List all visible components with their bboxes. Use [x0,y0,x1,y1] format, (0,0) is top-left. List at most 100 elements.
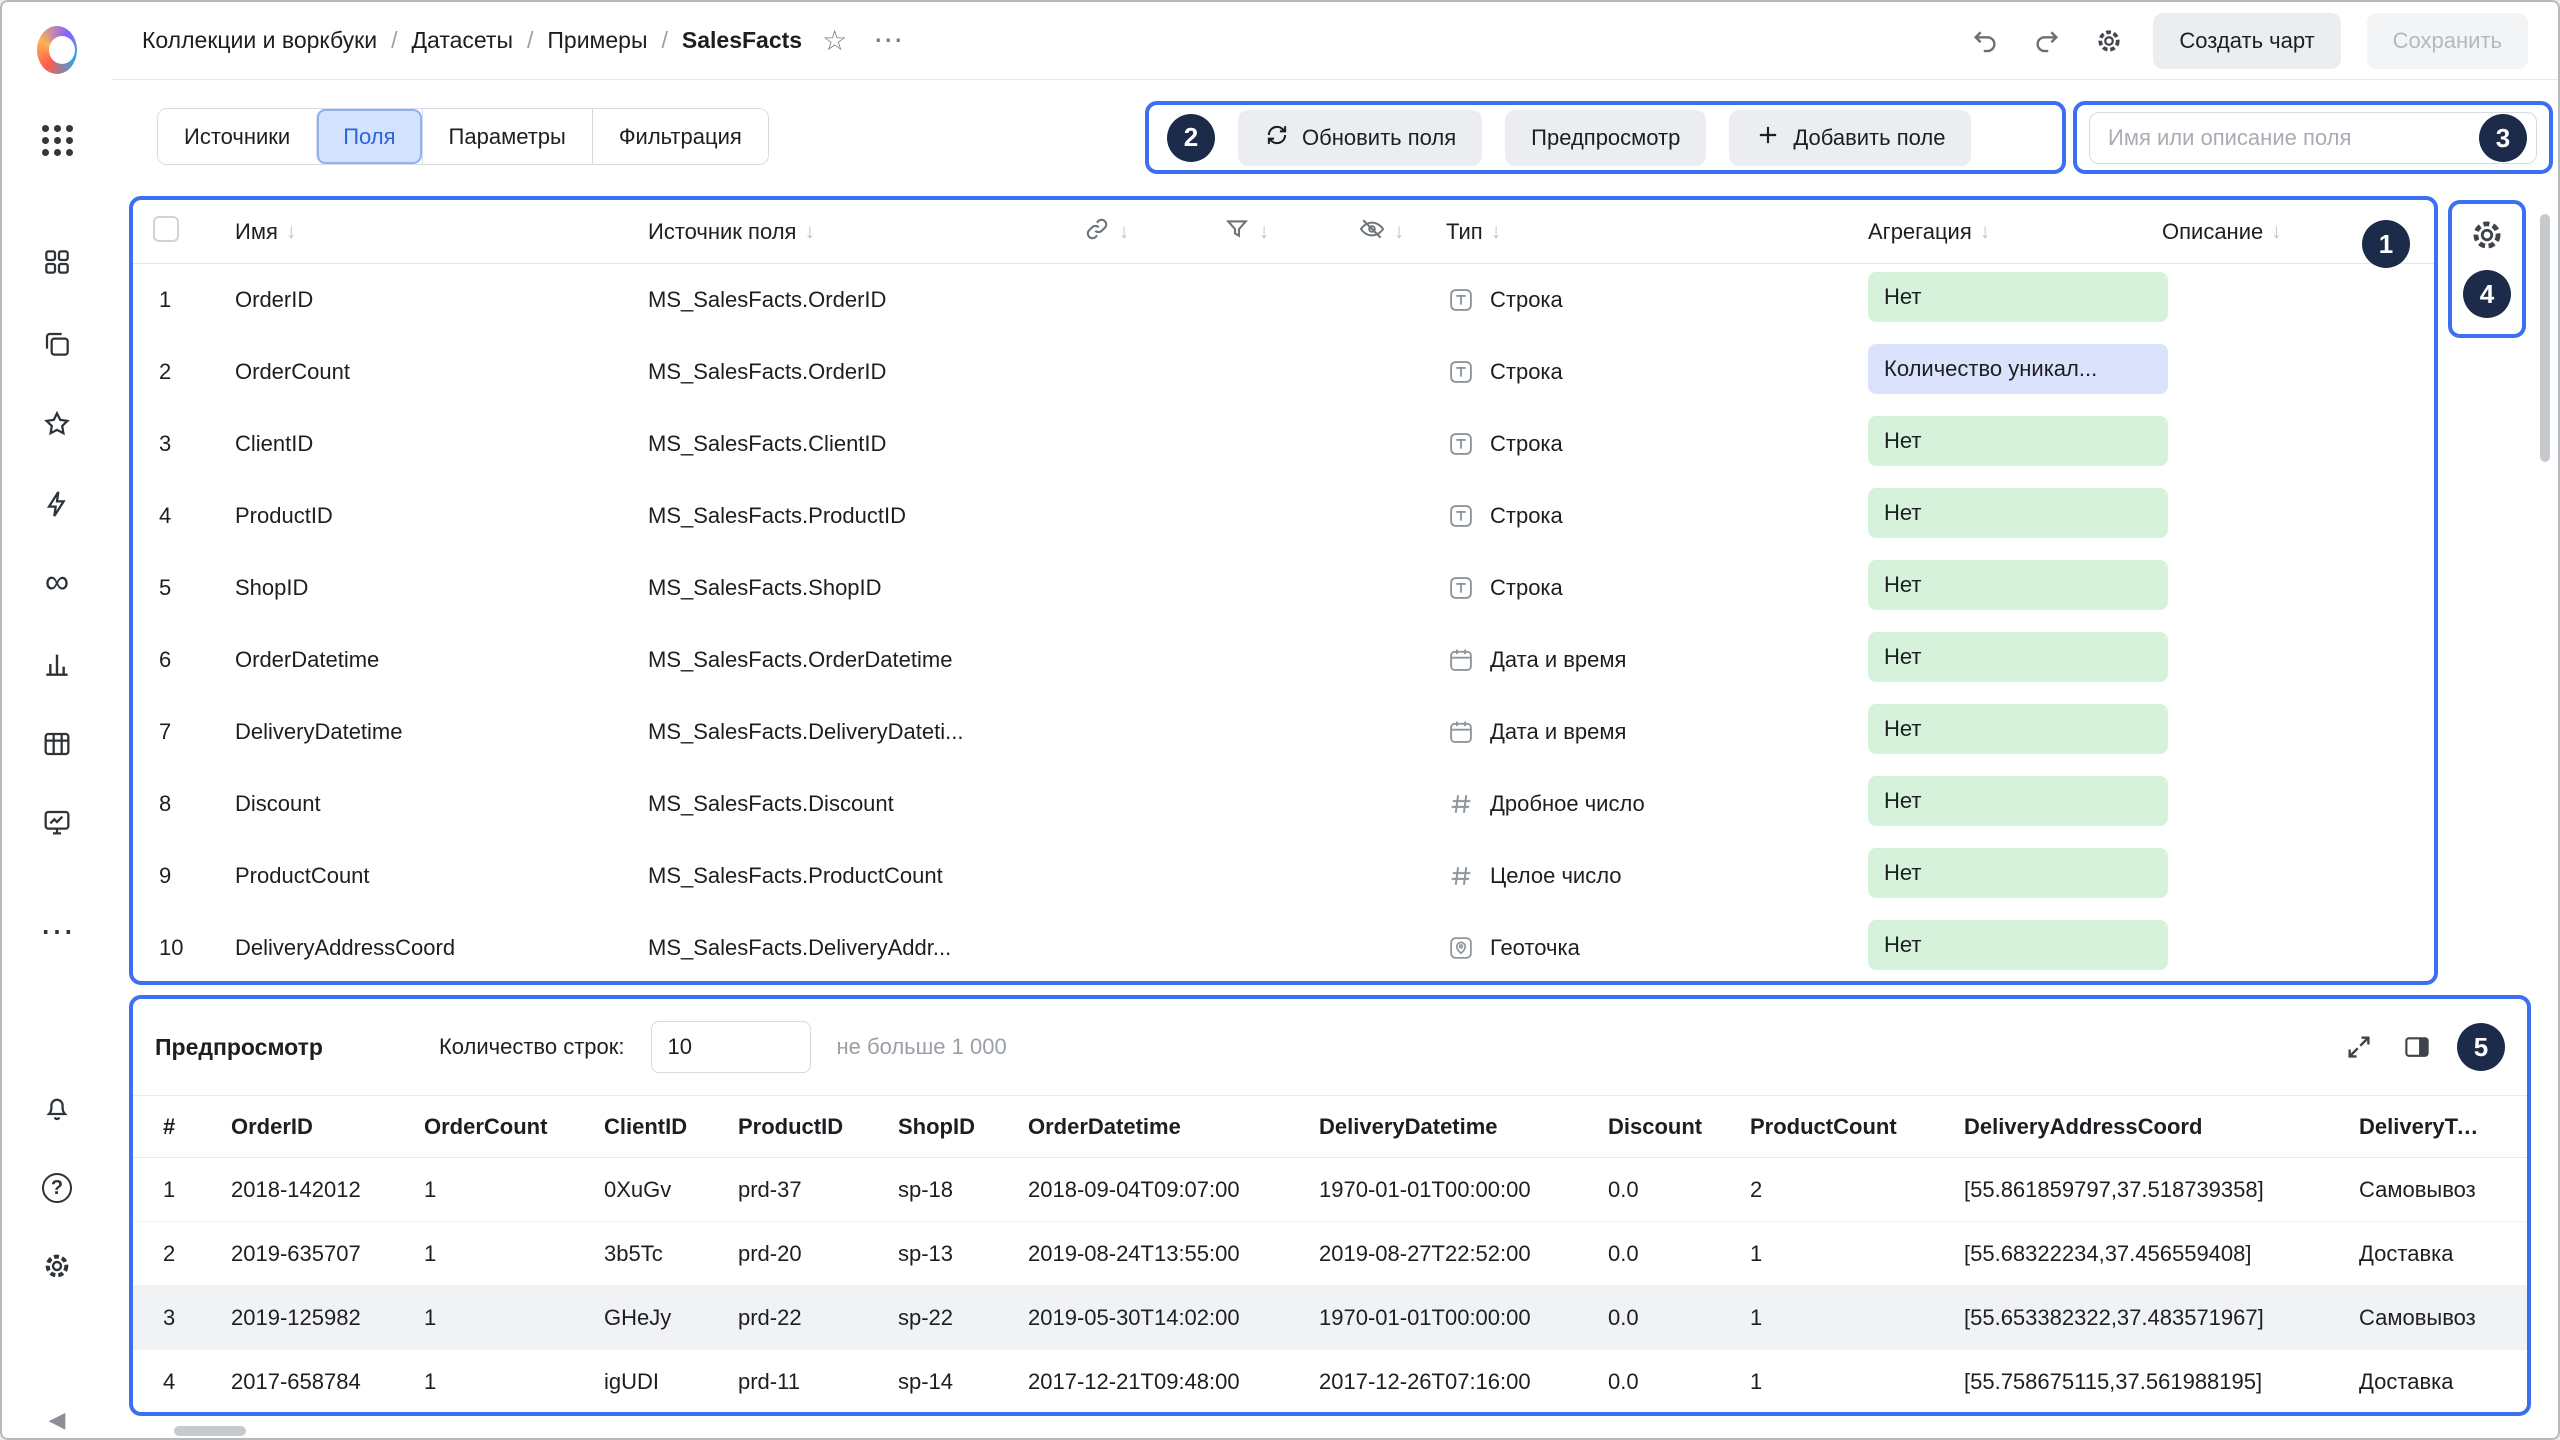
aggregation-pill[interactable]: Нет [1868,704,2168,754]
aggregation-pill[interactable]: Нет [1868,920,2168,970]
field-name[interactable]: ProductID [235,503,648,529]
field-type-label[interactable]: Строка [1490,287,1563,313]
charts-icon[interactable] [37,644,77,684]
column-header-name[interactable]: Имя [235,219,648,245]
preview-cell: Самовывоз [2359,1305,2497,1331]
dataset-settings-gear-icon[interactable] [2091,23,2127,59]
field-row[interactable]: 6 OrderDatetime MS_SalesFacts.OrderDatet… [133,624,2434,696]
field-search-input[interactable] [2089,112,2537,164]
field-name[interactable]: Discount [235,791,648,817]
column-header-filter[interactable] [1176,215,1316,249]
field-row[interactable]: 9 ProductCount MS_SalesFacts.ProductCoun… [133,840,2434,912]
aggregation-pill[interactable]: Нет [1868,632,2168,682]
field-type-label[interactable]: Дата и время [1490,647,1626,673]
aggregation-pill[interactable]: Нет [1868,560,2168,610]
field-name[interactable]: ShopID [235,575,648,601]
datalens-logo[interactable] [37,30,77,70]
monitoring-icon[interactable] [37,802,77,842]
favorite-star-icon[interactable]: ☆ [822,24,847,57]
collapse-sidebar-icon[interactable]: ◀ [37,1400,77,1440]
aggregation-pill[interactable]: Нет [1868,416,2168,466]
row-count-input[interactable] [651,1021,811,1073]
field-name[interactable]: ClientID [235,431,648,457]
preview-cell: 0XuGv [604,1177,738,1203]
field-type-label[interactable]: Строка [1490,359,1563,385]
column-header-source[interactable]: Источник поля [648,219,1036,245]
aggregation-pill[interactable]: Нет [1868,488,2168,538]
preview-layout-icon[interactable] [2399,1029,2435,1065]
dashboards-icon[interactable] [37,242,77,282]
field-type-label[interactable]: Строка [1490,431,1563,457]
preview-column-header: DeliveryDatetime [1319,1114,1608,1140]
tab-sources[interactable]: Источники [158,109,316,164]
breadcrumb-examples[interactable]: Примеры [547,27,647,54]
preview-toggle-button[interactable]: Предпросмотр [1505,110,1706,166]
favorites-icon[interactable] [37,404,77,444]
field-name[interactable]: ProductCount [235,863,648,889]
create-chart-button[interactable]: Создать чарт [2153,13,2340,69]
column-header-aggregation[interactable]: Агрегация [1840,219,2162,245]
row-index: 2 [153,359,235,385]
field-row[interactable]: 5 ShopID MS_SalesFacts.ShopID Строка Нет [133,552,2434,624]
apps-grid-icon[interactable] [37,120,77,160]
column-header-link[interactable] [1036,215,1176,249]
preview-row[interactable]: 22019-63570713b5Tcprd-20sp-132019-08-24T… [133,1222,2527,1286]
field-name[interactable]: OrderID [235,287,648,313]
breadcrumb-collections[interactable]: Коллекции и воркбуки [142,27,377,54]
column-header-hidden[interactable] [1316,215,1446,249]
field-row[interactable]: 4 ProductID MS_SalesFacts.ProductID Стро… [133,480,2434,552]
tab-fields[interactable]: Поля [316,109,421,164]
row-index: 10 [153,935,235,961]
field-row[interactable]: 8 Discount MS_SalesFacts.Discount Дробно… [133,768,2434,840]
field-type-label[interactable]: Строка [1490,503,1563,529]
field-name[interactable]: OrderDatetime [235,647,648,673]
table-settings-gear-icon[interactable] [2468,216,2506,254]
column-header-type[interactable]: Тип [1446,219,1840,245]
string-type-icon [1446,357,1476,387]
field-row[interactable]: 3 ClientID MS_SalesFacts.ClientID Строка… [133,408,2434,480]
notifications-bell-icon[interactable] [37,1088,77,1128]
aggregation-pill[interactable]: Нет [1868,272,2168,322]
field-name[interactable]: DeliveryAddressCoord [235,935,648,961]
preview-row[interactable]: 12018-14201210XuGvprd-37sp-182018-09-04T… [133,1158,2527,1222]
field-row[interactable]: 7 DeliveryDatetime MS_SalesFacts.Deliver… [133,696,2434,768]
field-type-label[interactable]: Строка [1490,575,1563,601]
field-row[interactable]: 10 DeliveryAddressCoord MS_SalesFacts.De… [133,912,2434,984]
row-index: 5 [153,575,235,601]
tab-filtering[interactable]: Фильтрация [592,109,768,164]
field-type-label[interactable]: Дробное число [1490,791,1645,817]
horizontal-scrollbar[interactable] [174,1426,246,1436]
sidebar-more-icon[interactable]: ⋯ [37,912,77,952]
aggregation-pill[interactable]: Количество уникал... [1868,344,2168,394]
aggregation-pill[interactable]: Нет [1868,776,2168,826]
undo-icon[interactable] [1967,23,2003,59]
refresh-fields-button[interactable]: Обновить поля [1238,110,1482,166]
row-index: 4 [153,503,235,529]
aggregation-pill[interactable]: Нет [1868,848,2168,898]
preview-row[interactable]: 32019-1259821GHeJyprd-22sp-222019-05-30T… [133,1286,2527,1350]
field-name[interactable]: DeliveryDatetime [235,719,648,745]
expand-preview-icon[interactable] [2341,1029,2377,1065]
breadcrumb-datasets[interactable]: Датасеты [411,27,513,54]
add-field-button[interactable]: Добавить поле [1729,110,1971,166]
field-name[interactable]: OrderCount [235,359,648,385]
field-type-label[interactable]: Геоточка [1490,935,1580,961]
save-button[interactable]: Сохранить [2367,13,2528,69]
tables-icon[interactable] [37,724,77,764]
field-row[interactable]: 2 OrderCount MS_SalesFacts.OrderID Строк… [133,336,2434,408]
settings-gear-icon[interactable] [37,1246,77,1286]
redo-icon[interactable] [2029,23,2065,59]
tab-parameters[interactable]: Параметры [422,109,592,164]
field-type-label[interactable]: Дата и время [1490,719,1626,745]
select-all-checkbox[interactable] [153,216,179,242]
datasets-icon[interactable]: ∞ [37,562,77,602]
field-row[interactable]: 1 OrderID MS_SalesFacts.OrderID Строка Н… [133,264,2434,336]
collections-icon[interactable] [37,324,77,364]
more-options-icon[interactable]: ⋯ [873,23,905,58]
field-actions-annotation-box: 2 Обновить поля Предпросмотр Добавить по… [1145,101,2066,174]
preview-row[interactable]: 42017-6587841igUDIprd-11sp-142017-12-21T… [133,1350,2527,1414]
field-type-label[interactable]: Целое число [1490,863,1622,889]
vertical-scrollbar[interactable] [2540,214,2550,462]
connections-icon[interactable] [37,484,77,524]
help-icon[interactable]: ? [37,1168,77,1208]
